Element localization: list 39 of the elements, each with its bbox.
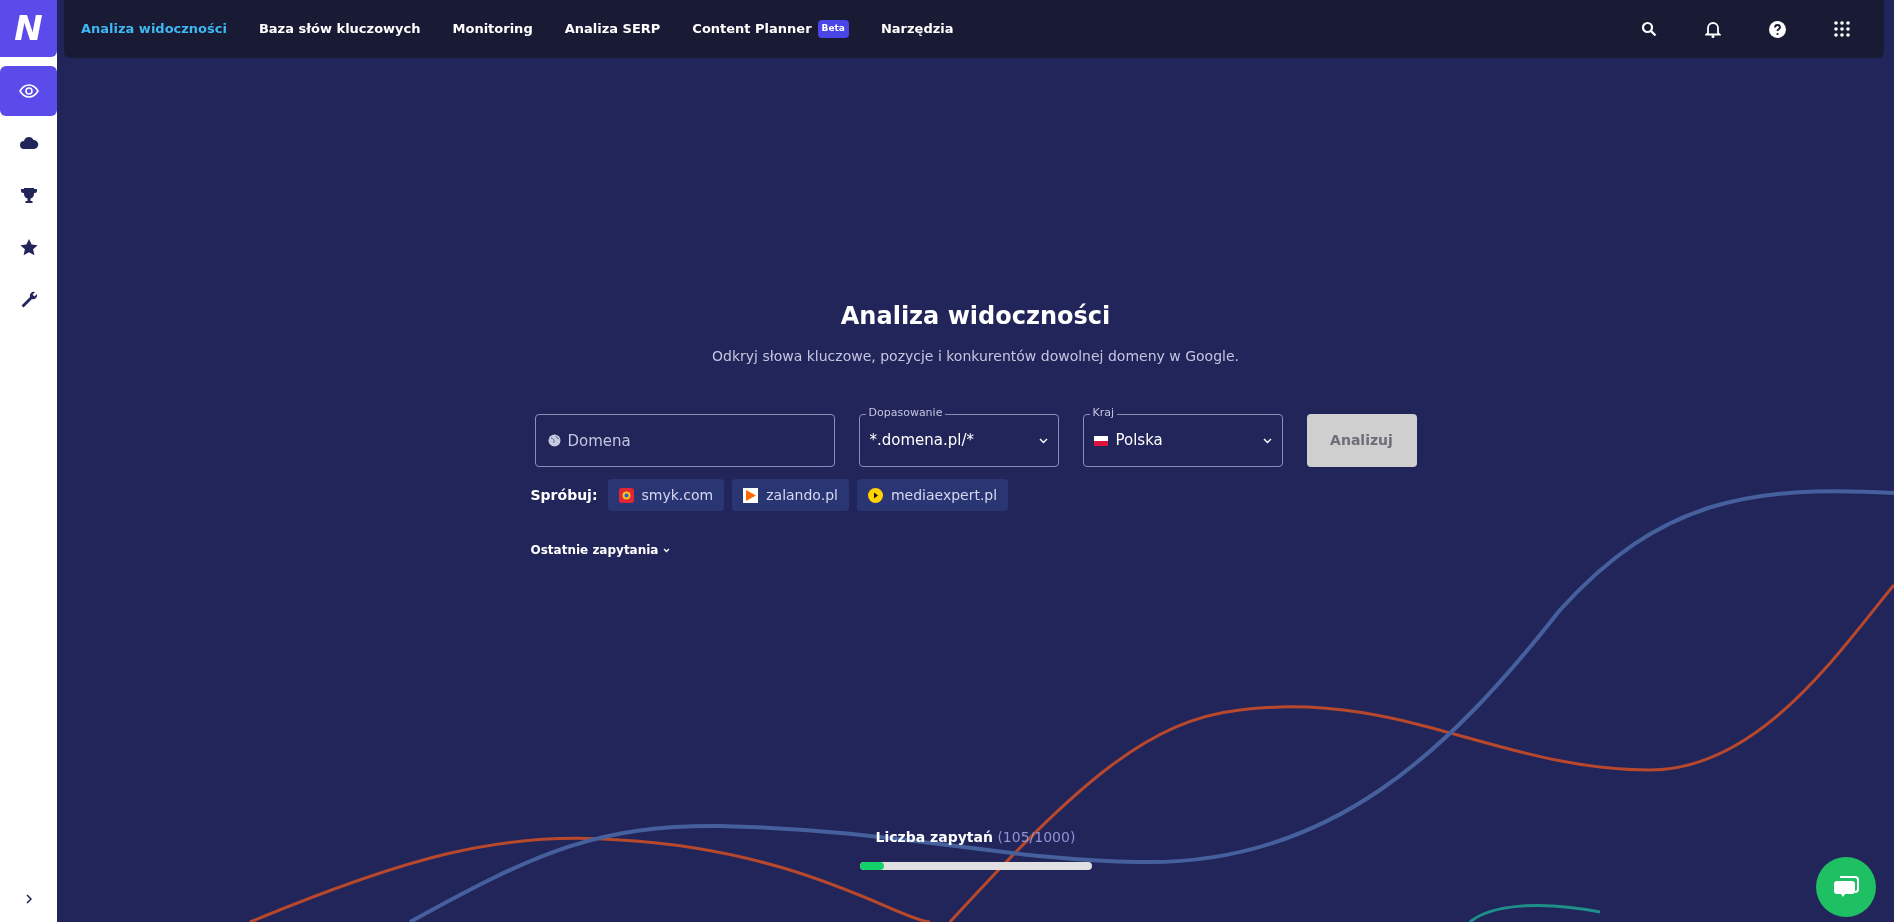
example-domain-chip[interactable]: mediaexpert.pl <box>856 479 1009 511</box>
site-logo-icon <box>743 487 759 503</box>
nav-tab[interactable]: Analiza widoczności <box>81 19 227 39</box>
page-title: Analiza widoczności <box>840 301 1111 332</box>
app-logo[interactable]: N <box>0 0 57 57</box>
site-logo-icon <box>867 487 883 503</box>
expand-chevron-icon[interactable] <box>24 894 33 904</box>
trophy-icon <box>18 186 39 204</box>
nav-tab[interactable]: Analiza SERP <box>564 19 661 39</box>
example-domain-chip[interactable]: smyk.com <box>607 479 725 511</box>
page-subtitle: Odkryj słowa kluczowe, pozycje i konkurentów dowolnej domeny w Google. <box>712 347 1239 366</box>
globe-icon <box>547 434 561 447</box>
match-type-value: *.domena.pl/* <box>869 430 975 452</box>
country-value: Polska <box>1115 430 1164 452</box>
dropdown-chevron-icon <box>1038 437 1048 444</box>
dropdown-chevron-icon <box>1262 437 1272 444</box>
recent-queries-toggle[interactable]: Ostatnie zapytania <box>530 541 671 559</box>
try-label: Spróbuj: <box>530 485 598 505</box>
domain-input-field[interactable]: Domena <box>534 414 835 467</box>
star-icon <box>18 238 39 256</box>
notification-bell-icon[interactable] <box>1705 20 1721 38</box>
nav-tab[interactable]: Content Planner Beta <box>692 19 849 39</box>
match-type-label: Dopasowanie <box>865 405 946 421</box>
chevron-down-icon <box>663 547 671 553</box>
search-icon[interactable] <box>1641 21 1657 37</box>
eye-icon <box>18 82 39 100</box>
nav-tab[interactable]: Narzędzia <box>880 19 954 39</box>
country-label: Kraj <box>1089 405 1118 421</box>
cloud-icon <box>18 134 39 152</box>
apps-grid-icon[interactable] <box>1834 21 1850 37</box>
site-logo-icon <box>618 487 634 503</box>
beta-badge: Beta <box>817 20 849 38</box>
poland-flag-icon <box>1093 435 1108 446</box>
chat-button[interactable] <box>1816 857 1876 917</box>
example-domain-chip[interactable]: zalando.pl <box>732 479 849 511</box>
nav-tab[interactable]: Baza słów kluczowych <box>258 19 421 39</box>
nav-tab[interactable]: Monitoring <box>452 19 533 39</box>
help-icon[interactable] <box>1769 20 1786 38</box>
chat-bubble-icon <box>1833 875 1859 899</box>
